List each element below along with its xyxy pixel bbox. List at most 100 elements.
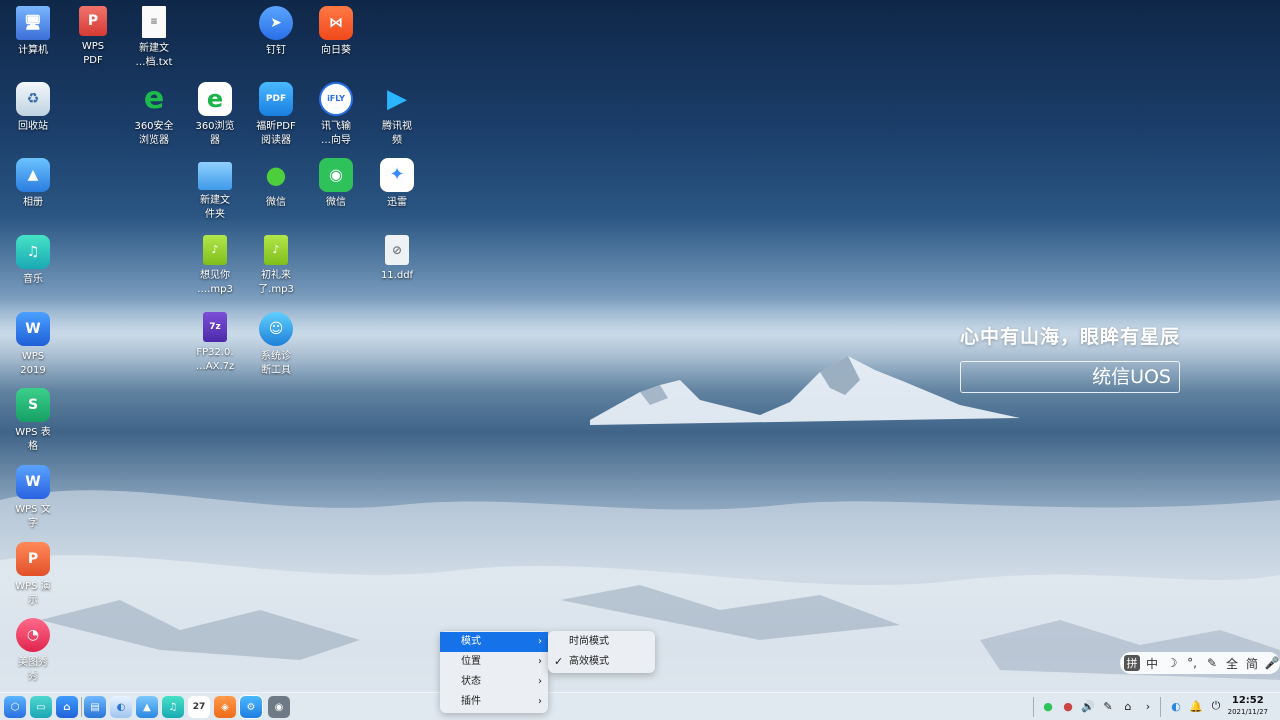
desktop-icon-wechat-1[interactable]: ● 微信 <box>244 158 308 210</box>
desktop-icon-7z[interactable]: 7z FP32.0. …AX.7z <box>183 312 247 374</box>
clock-date: 2021/11/27 <box>1227 708 1268 716</box>
app-store-icon[interactable]: ◈ <box>214 696 236 718</box>
desktop-icon-diagnostic[interactable]: ☺ 系统诊 断工具 <box>244 312 308 378</box>
ime-handwriting-icon[interactable]: ✎ <box>1204 656 1220 670</box>
mp3-file-icon: ♪ <box>264 235 288 265</box>
menu-item-plugins[interactable]: 插件 › <box>440 692 548 712</box>
trash-icon: ♻ <box>16 82 50 116</box>
ime-toolbar: 拼 中 ☽ °, ✎ 全 简 🎤 <box>1120 652 1280 674</box>
notification-bell-icon[interactable]: 🔔 <box>1188 698 1204 714</box>
menu-item-position[interactable]: 位置 › <box>440 652 548 672</box>
desktop-icon-wps2019[interactable]: W WPS 2019 <box>1 312 65 378</box>
desktop-icon-thunder[interactable]: ✦ 迅雷 <box>365 158 429 210</box>
desktop-icon-music[interactable]: ♫ 音乐 <box>1 235 65 287</box>
slogan-text: 心中有山海，眼眸有星辰 <box>960 326 1181 348</box>
music-icon: ♫ <box>16 235 50 269</box>
calendar-icon[interactable]: 27 <box>188 696 210 718</box>
wechat-icon: ◉ <box>319 158 353 192</box>
desktop-icon-ddf[interactable]: ⊘ 11.ddf <box>365 235 429 283</box>
volume-icon[interactable]: 🔊 <box>1080 698 1096 714</box>
tray-separator-2 <box>1160 697 1161 717</box>
file-manager-icon[interactable]: ▤ <box>84 696 106 718</box>
assistant-icon[interactable]: ◐ <box>1168 698 1184 714</box>
monitor-icon: 🖥 <box>16 6 50 40</box>
desktop-icon-wps-pdf[interactable]: P WPS PDF <box>61 6 125 68</box>
photo-icon: ▲ <box>16 158 50 192</box>
archive-icon: 7z <box>203 312 227 342</box>
wallpaper-slogan: 心中有山海，眼眸有星辰 统信UOS <box>960 322 1180 393</box>
clock[interactable]: 12:52 2021/11/27 <box>1228 695 1268 717</box>
tencent-video-icon: ▶ <box>387 84 407 114</box>
ime-fullwidth-toggle[interactable]: 全 <box>1224 655 1240 672</box>
clock-time: 12:52 <box>1231 695 1264 706</box>
submenu-item-fashion-mode[interactable]: 时尚模式 <box>548 632 655 652</box>
thunder-icon: ✦ <box>380 158 414 192</box>
ime-chinese-toggle[interactable]: 中 <box>1144 655 1160 672</box>
desktop-icon-new-txt[interactable]: ≡ 新建文 …档.txt <box>122 6 186 70</box>
browser-360-icon: e <box>143 81 165 116</box>
desktop-icon-foxit[interactable]: PDF 福昕PDF 阅读器 <box>244 82 308 148</box>
wps-present-icon: P <box>16 542 50 576</box>
ime-microphone-icon[interactable]: 🎤 <box>1264 656 1280 670</box>
desktop-icon-computer[interactable]: 🖥 计算机 <box>1 6 65 58</box>
desktop-icon-mp3-1[interactable]: ♪ 想见你 ….mp3 <box>183 235 247 297</box>
desktop-icon-sunflower[interactable]: ⋈ 向日葵 <box>304 6 368 58</box>
desktop-icon-360-browser[interactable]: e 360浏览 器 <box>183 82 247 148</box>
wechat-icon: ● <box>265 161 287 189</box>
dock-context-menu: 模式 › 位置 › 状态 › 插件 › <box>440 631 548 713</box>
photo-icon[interactable]: ▲ <box>136 696 158 718</box>
menu-item-status[interactable]: 状态 › <box>440 672 548 692</box>
desktop-icon-meitu[interactable]: ◔ 美图秀 秀 <box>1 618 65 684</box>
ime-pinyin-button[interactable]: 拼 <box>1124 655 1140 671</box>
text-file-icon: ≡ <box>142 6 166 38</box>
wps-icon: W <box>16 312 50 346</box>
mp3-file-icon: ♪ <box>203 235 227 265</box>
network-icon[interactable]: ⌂ <box>1120 698 1136 714</box>
submenu-item-efficient-mode[interactable]: ✓ 高效模式 <box>548 652 655 672</box>
ddf-file-icon: ⊘ <box>385 235 409 265</box>
desktop-icon-iflytek[interactable]: iFLY 讯飞输 …向导 <box>304 82 368 148</box>
desktop-icon-wechat-2[interactable]: ◉ 微信 <box>304 158 368 210</box>
dingtalk-icon: ➤ <box>259 6 293 40</box>
desktop-icon-trash[interactable]: ♻ 回收站 <box>1 82 65 134</box>
diagnostic-icon: ☺ <box>259 312 293 346</box>
desktop-icon-wps-sheet[interactable]: S WPS 表 格 <box>1 388 65 454</box>
brand-box: 统信UOS <box>960 361 1180 393</box>
desktop-icon-new-folder[interactable]: 新建文 件夹 <box>183 158 247 222</box>
mode-submenu: 时尚模式 ✓ 高效模式 <box>548 631 655 673</box>
checkmark-icon: ✓ <box>554 655 564 668</box>
wps-writer-icon: W <box>16 465 50 499</box>
chevron-right-icon: › <box>538 636 542 647</box>
expand-tray-icon[interactable]: › <box>1140 698 1156 714</box>
control-center-icon[interactable]: ⚙ <box>239 695 263 719</box>
power-icon[interactable]: ⏻ <box>1208 698 1224 714</box>
chevron-right-icon: › <box>538 676 542 687</box>
iflytek-icon: iFLY <box>319 82 353 116</box>
app-tray-icon[interactable]: ● <box>1060 698 1076 714</box>
desktop-icon-dingtalk[interactable]: ➤ 钉钉 <box>244 6 308 58</box>
wps-pdf-icon: P <box>79 6 107 36</box>
menu-item-mode[interactable]: 模式 › <box>440 632 548 652</box>
ime-punctuation-toggle[interactable]: °, <box>1184 656 1200 670</box>
taskbar-separator <box>81 697 82 717</box>
multitask-icon[interactable]: ▭ <box>30 696 52 718</box>
wechat-taskbar-icon[interactable]: ◉ <box>268 696 290 718</box>
desktop-icon-wps-present[interactable]: P WPS 演 示 <box>1 542 65 608</box>
meitu-icon: ◔ <box>16 618 50 652</box>
sunflower-icon: ⋈ <box>319 6 353 40</box>
browser-icon[interactable]: ◐ <box>110 696 132 718</box>
desktop-icon-mp3-2[interactable]: ♪ 初礼来 了.mp3 <box>244 235 308 297</box>
wechat-tray-icon[interactable]: ● <box>1040 698 1056 714</box>
launcher-icon[interactable]: ⬡ <box>4 696 26 718</box>
ime-moon-icon[interactable]: ☽ <box>1164 656 1180 670</box>
ime-simplified-toggle[interactable]: 简 <box>1244 655 1260 672</box>
desktop-icon-360-secure[interactable]: e 360安全 浏览器 <box>122 82 186 148</box>
home-icon[interactable]: ⌂ <box>56 696 78 718</box>
tray-separator <box>1033 697 1034 717</box>
music-icon[interactable]: ♫ <box>162 696 184 718</box>
desktop-icon-wps-writer[interactable]: W WPS 文 字 <box>1 465 65 531</box>
chevron-right-icon: › <box>538 656 542 667</box>
desktop-icon-album[interactable]: ▲ 相册 <box>1 158 65 210</box>
desktop-icon-tencent-video[interactable]: ▶ 腾讯视 频 <box>365 82 429 148</box>
pen-icon[interactable]: ✎ <box>1100 698 1116 714</box>
